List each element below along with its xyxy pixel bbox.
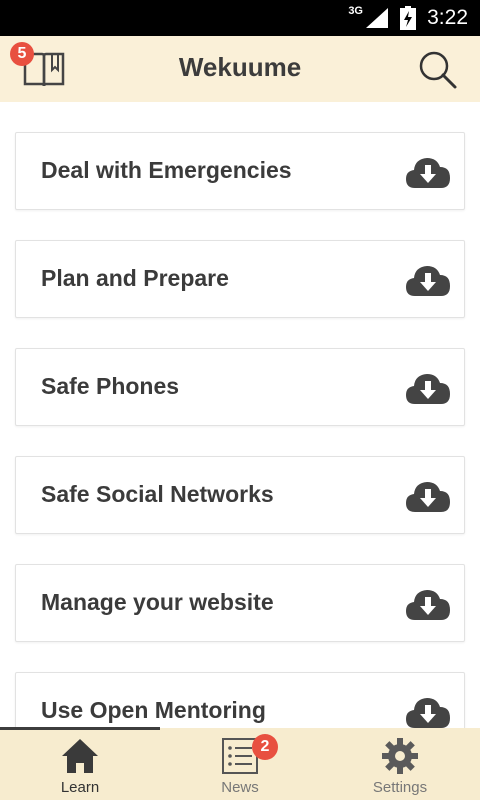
topic-label: Manage your website bbox=[41, 589, 274, 615]
topic-label: Safe Social Networks bbox=[41, 481, 274, 507]
news-badge: 2 bbox=[252, 734, 278, 760]
tab-label: Learn bbox=[60, 779, 100, 796]
cloud-download-icon[interactable] bbox=[405, 587, 451, 621]
active-tab-indicator bbox=[0, 727, 160, 730]
cloud-download-icon[interactable] bbox=[405, 695, 451, 728]
bottom-tab-bar: Learn News Settings bbox=[0, 728, 480, 800]
tab-label: News bbox=[221, 779, 259, 796]
search-icon bbox=[419, 51, 457, 89]
cloud-download-icon[interactable] bbox=[405, 371, 451, 405]
battery-charging-icon bbox=[400, 6, 416, 30]
topic-card-website[interactable]: Manage your website bbox=[15, 564, 465, 642]
topic-card-phones[interactable]: Safe Phones bbox=[15, 348, 465, 426]
tab-learn[interactable]: Learn bbox=[0, 728, 160, 800]
tab-news[interactable]: News bbox=[160, 728, 320, 800]
cloud-download-icon[interactable] bbox=[405, 155, 451, 189]
clock: 3:22 bbox=[427, 6, 468, 29]
topic-label: Use Open Mentoring bbox=[41, 697, 266, 723]
home-icon bbox=[62, 739, 98, 773]
signal-icon bbox=[366, 8, 388, 28]
topic-card-plan[interactable]: Plan and Prepare bbox=[15, 240, 465, 318]
bookmarks-badge: 5 bbox=[10, 42, 34, 66]
network-type: 3G bbox=[348, 5, 363, 17]
app-header: Wekuume bbox=[0, 36, 480, 102]
topic-label: Plan and Prepare bbox=[41, 265, 229, 291]
topic-card-mentoring[interactable]: Use Open Mentoring bbox=[15, 672, 465, 728]
tab-label: Settings bbox=[372, 779, 428, 796]
cloud-download-icon[interactable] bbox=[405, 479, 451, 513]
app-title: Wekuume bbox=[178, 52, 302, 82]
status-bar: 3G 3:22 bbox=[0, 0, 480, 36]
topic-label: Safe Phones bbox=[41, 373, 180, 399]
topic-card-emergencies[interactable]: Deal with Emergencies bbox=[15, 132, 465, 210]
topic-card-social[interactable]: Safe Social Networks bbox=[15, 456, 465, 534]
cloud-download-icon[interactable] bbox=[405, 263, 451, 297]
tab-settings[interactable]: Settings bbox=[320, 728, 480, 800]
search-button[interactable] bbox=[418, 50, 458, 90]
topic-label: Deal with Emergencies bbox=[41, 157, 292, 183]
gear-icon bbox=[382, 738, 418, 774]
topic-list: Deal with Emergencies Plan and Prepare S… bbox=[0, 102, 480, 728]
